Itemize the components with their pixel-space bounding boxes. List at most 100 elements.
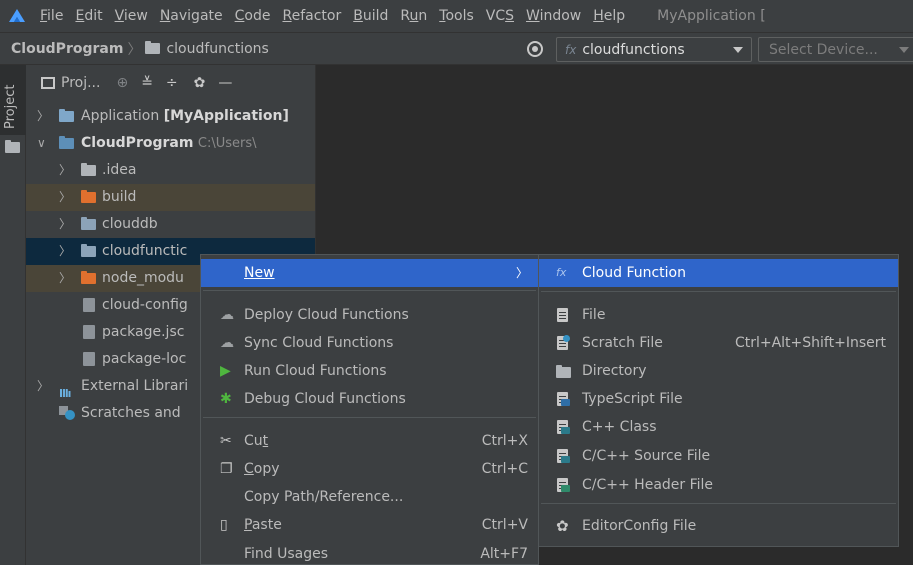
chevron-right-icon[interactable]: 〉: [59, 211, 71, 238]
tree-item-clouddb[interactable]: 〉 clouddb: [26, 211, 315, 238]
json-file-icon: [83, 325, 95, 339]
chevron-down-icon[interactable]: ∨: [37, 130, 46, 157]
menu-file[interactable]: File: [34, 0, 69, 32]
submenu-item-c-source-file[interactable]: C/C++ Source File: [539, 442, 898, 470]
tree-item-label: cloud-config: [102, 297, 188, 313]
menu-item-label: New: [244, 265, 275, 281]
chevron-right-icon[interactable]: 〉: [59, 157, 71, 184]
tree-item-cloudprogram[interactable]: ∨ CloudProgram C:\Users\: [26, 130, 315, 157]
folder-icon: [556, 365, 571, 378]
menu-vcs[interactable]: VCS: [480, 0, 520, 32]
menu-view[interactable]: View: [109, 0, 154, 32]
menu-help[interactable]: Help: [587, 0, 631, 32]
submenu-item-label: File: [582, 307, 606, 323]
collapse-all-icon[interactable]: ÷: [166, 75, 178, 91]
submenu-item-directory[interactable]: Directory: [539, 357, 898, 385]
menu-item-copy-path[interactable]: Copy Path/Reference...: [201, 483, 538, 511]
menu-item-sync-cloud-functions[interactable]: ☁ Sync Cloud Functions: [201, 329, 538, 357]
menu-label-part: R: [400, 8, 410, 24]
device-selector-label: Select Device...: [769, 41, 878, 58]
menu-separator: [541, 503, 896, 504]
expand-all-icon[interactable]: ≚: [141, 75, 153, 91]
menu-item-cut[interactable]: ✂ Cut Ctrl+X: [201, 427, 538, 455]
folder-icon[interactable]: [5, 140, 20, 153]
file-icon: [557, 308, 568, 322]
menu-label-part: VC: [485, 8, 506, 24]
tree-item-label: build: [102, 189, 137, 205]
menu-item-mnemonic: P: [244, 517, 252, 533]
menu-build[interactable]: Build: [347, 0, 394, 32]
submenu-item-c-header-file[interactable]: C/C++ Header File: [539, 471, 898, 499]
menu-label-part: iew: [123, 8, 148, 24]
tree-item-build[interactable]: 〉 build: [26, 184, 315, 211]
tree-item-application[interactable]: 〉 Application [MyApplication]: [26, 103, 315, 130]
function-icon: fx: [556, 266, 567, 279]
clipboard-icon: ▯: [220, 517, 228, 533]
menu-item-mnemonic: C: [244, 461, 254, 477]
menu-item-copy[interactable]: ❐ Copy Ctrl+C: [201, 455, 538, 483]
select-opened-file-icon[interactable]: [527, 41, 543, 57]
menu-refactor[interactable]: Refactor: [276, 0, 347, 32]
menu-label-part: ode: [244, 8, 271, 24]
menu-code[interactable]: Code: [229, 0, 277, 32]
chevron-right-icon[interactable]: 〉: [59, 184, 71, 211]
hide-icon[interactable]: —: [218, 75, 232, 91]
module-folder-icon: [59, 109, 74, 122]
submenu-item-editorconfig-file[interactable]: ✿ EditorConfig File: [539, 512, 898, 540]
c-badge-icon: [561, 456, 570, 463]
submenu-item-label: Directory: [582, 363, 647, 379]
submenu-item-cloud-function[interactable]: fx Cloud Function: [539, 259, 898, 287]
tree-item-idea[interactable]: 〉 .idea: [26, 157, 315, 184]
submenu-item-label: EditorConfig File: [582, 518, 697, 534]
breadcrumb-current[interactable]: cloudfunctions: [166, 41, 268, 57]
project-tool-tab[interactable]: Project: [0, 65, 26, 135]
menu-item-shortcut: Ctrl+V: [481, 517, 528, 533]
menu-tools[interactable]: Tools: [433, 0, 480, 32]
run-configuration-dropdown[interactable]: fx cloudfunctions: [556, 37, 752, 62]
cloud-upload-icon: ☁: [220, 307, 234, 323]
menu-item-label: opy: [253, 461, 280, 477]
menu-window[interactable]: Window: [520, 0, 587, 32]
menu-item-new[interactable]: New 〉: [201, 259, 538, 287]
scratches-icon: [59, 406, 75, 420]
tree-item-label: clouddb: [102, 216, 158, 232]
chevron-right-icon[interactable]: 〉: [37, 373, 49, 400]
menu-item-paste[interactable]: ▯ Paste Ctrl+V: [201, 511, 538, 539]
menu-item-run-cloud-functions[interactable]: ▶ Run Cloud Functions: [201, 357, 538, 385]
menu-label-part: n: [418, 8, 428, 24]
database-folder-icon: [81, 217, 96, 230]
breadcrumb-root[interactable]: CloudProgram: [11, 41, 123, 57]
device-selector[interactable]: Select Device...: [758, 37, 913, 62]
menubar: File Edit View Navigate Code Refactor Build Run…: [0, 0, 913, 32]
menu-item-deploy-cloud-functions[interactable]: ☁ Deploy Cloud Functions: [201, 301, 538, 329]
project-view-selector[interactable]: Proj...: [61, 75, 100, 91]
header-badge-icon: [561, 485, 570, 492]
function-icon: fx: [565, 42, 577, 57]
menu-mnemonic: F: [40, 8, 48, 24]
json-file-icon: [83, 298, 95, 312]
submenu-item-cpp-class[interactable]: C++ Class: [539, 413, 898, 441]
chevron-right-icon[interactable]: 〉: [37, 103, 49, 130]
tree-item-label: External Librari: [81, 378, 189, 394]
menu-item-find-usages[interactable]: Find Usages Alt+F7: [201, 540, 538, 565]
menu-item-mnemonic: t: [262, 433, 269, 449]
chevron-right-icon[interactable]: 〉: [59, 238, 71, 265]
gear-icon[interactable]: ✿: [194, 75, 206, 91]
menu-separator: [203, 290, 536, 291]
locate-icon[interactable]: ⊕: [116, 75, 128, 91]
submenu-item-file[interactable]: File: [539, 301, 898, 329]
menu-edit[interactable]: Edit: [69, 0, 108, 32]
submenu-item-scratch-file[interactable]: Scratch File Ctrl+Alt+Shift+Insert: [539, 329, 898, 357]
menu-run[interactable]: Run: [394, 0, 433, 32]
menu-navigate[interactable]: Navigate: [154, 0, 229, 32]
menu-label-part: efactor: [291, 8, 342, 24]
menu-item-debug-cloud-functions[interactable]: ✱ Debug Cloud Functions: [201, 385, 538, 413]
new-submenu: fx Cloud Function File Scratch File Ctrl…: [538, 254, 899, 547]
json-file-icon: [83, 352, 95, 366]
menu-item-label: Sync Cloud Functions: [244, 335, 394, 351]
chevron-right-icon[interactable]: 〉: [59, 265, 71, 292]
cpp-badge-icon: [561, 427, 570, 434]
scissors-icon: ✂: [220, 433, 232, 449]
submenu-item-typescript-file[interactable]: TypeScript File: [539, 385, 898, 413]
menu-item-label: Cu: [244, 433, 263, 449]
